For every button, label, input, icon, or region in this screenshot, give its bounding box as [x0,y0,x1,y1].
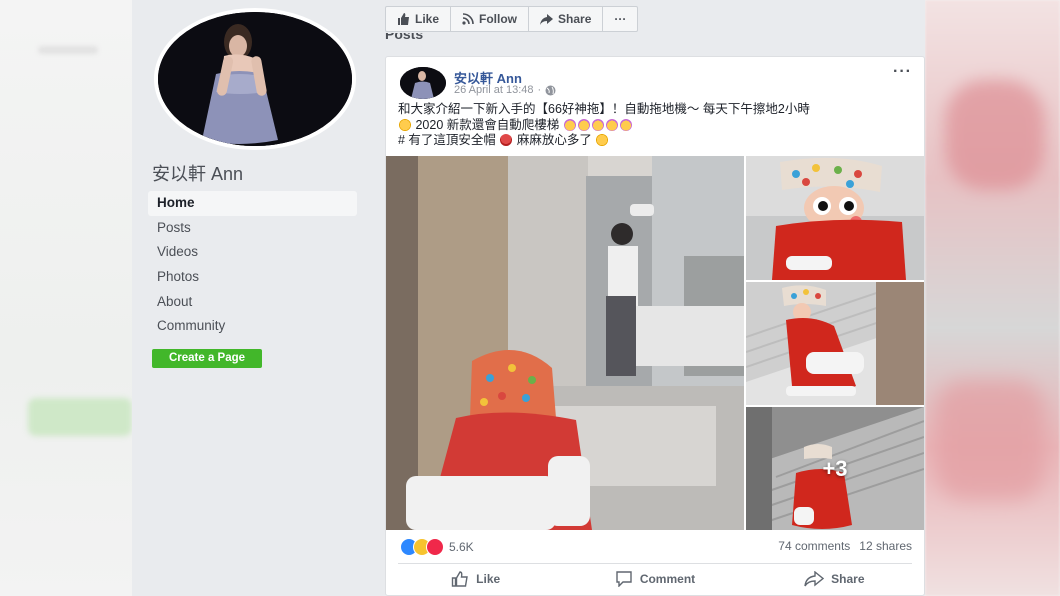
follow-button[interactable]: Follow [451,7,530,31]
comments-count[interactable]: 74 comments [778,539,850,553]
globe-icon[interactable] [545,85,556,96]
post-photo-4[interactable]: +3 [746,407,924,530]
reactions-count: 5.6K [449,540,474,554]
create-page-button[interactable]: Create a Page [152,349,262,368]
shares-count[interactable]: 12 shares [859,539,912,553]
post-stats: 5.6K 74 comments 12 shares [400,538,912,556]
post-text-line-3: # 有了這頂安全帽 麻麻放心多了 [398,133,918,149]
post-photo-2[interactable] [746,156,924,280]
post-actions: Like Comment Share [386,567,924,591]
post-text-line-3-text: 麻麻放心多了 [516,133,592,148]
blurred-background-right [925,0,1060,596]
devil-emoji-icon [591,118,604,131]
share-page-label: Share [558,12,592,26]
share-post-button[interactable]: Share [745,567,924,591]
post-text: 和大家介紹一下新入手的【66好神拖】！自動拖地機～ 每天下午擦地2小時 2020… [398,102,918,149]
reactions-summary[interactable]: 5.6K [400,538,474,556]
page-sidebar: 安以軒 Ann Home Posts Videos Photos About C… [132,0,370,596]
helmet-emoji-icon [500,134,513,147]
post-hashtag-text: # 有了這頂安全帽 [398,133,496,148]
comments-shares: 74 comments 12 shares [778,539,912,553]
comment-button[interactable]: Comment [565,567,744,591]
posts-heading: Posts [385,33,424,42]
devil-emoji-icon [605,118,618,131]
main-column: Like Follow Share ··· Posts 安以軒 Ann 26 A… [370,0,925,596]
comment-label: Comment [639,572,696,586]
page-name[interactable]: 安以軒 Ann [152,160,243,186]
nav-item-posts[interactable]: Posts [148,216,357,241]
more-options-label: ··· [614,12,627,26]
share-arrow-icon [804,571,825,587]
smile-emoji-icon [596,134,609,147]
more-photos-count[interactable]: +3 [746,407,924,530]
blurred-background-left [0,0,132,596]
devil-emoji-icon [577,118,590,131]
like-page-label: Like [415,12,440,26]
rss-icon [462,13,474,25]
thumbs-up-icon [451,571,468,587]
nav-item-about[interactable]: About [148,290,357,315]
like-page-button[interactable]: Like [386,7,452,31]
like-post-button[interactable]: Like [386,567,565,591]
post-photo-main[interactable] [386,156,744,530]
post-meta: 26 April at 13:48 · [454,84,556,96]
love-reaction-icon [426,538,444,556]
post-photo-3[interactable] [746,282,924,405]
nav-item-home[interactable]: Home [148,191,357,216]
post-text-line-2-text: 2020 新款還會自動爬樓梯 [415,117,560,132]
separator-dot: · [537,84,542,96]
post-timestamp[interactable]: 26 April at 13:48 [454,84,534,96]
nav-item-photos[interactable]: Photos [148,265,357,290]
post-card: 安以軒 Ann 26 April at 13:48 · ··· 和大家介紹一下新… [385,56,925,596]
share-post-label: Share [831,572,865,586]
page-action-bar: Like Follow Share ··· [385,6,639,32]
comment-bubble-icon [616,571,632,587]
follow-label: Follow [479,12,518,26]
devil-emoji-icon [619,118,632,131]
post-text-line-2: 2020 新款還會自動爬樓梯 [398,118,918,134]
profile-photo [158,12,352,146]
post-text-line-1: 和大家介紹一下新入手的【66好神拖】！自動拖地機～ 每天下午擦地2小時 [398,102,810,116]
share-arrow-icon [540,13,554,25]
like-post-label: Like [476,572,501,586]
page-nav: Home Posts Videos Photos About Community [148,191,357,339]
post-options-button[interactable]: ··· [893,63,912,81]
action-divider [398,563,912,564]
devil-emoji-icon [563,118,576,131]
post-author-avatar[interactable] [400,67,446,99]
profile-picture[interactable] [154,8,356,150]
nav-item-community[interactable]: Community [148,314,357,339]
share-page-button[interactable]: Share [529,7,604,31]
nav-item-videos[interactable]: Videos [148,240,357,265]
thumbs-up-icon [398,13,409,25]
laughing-emoji-icon [399,118,411,131]
more-options-button[interactable]: ··· [603,7,637,31]
